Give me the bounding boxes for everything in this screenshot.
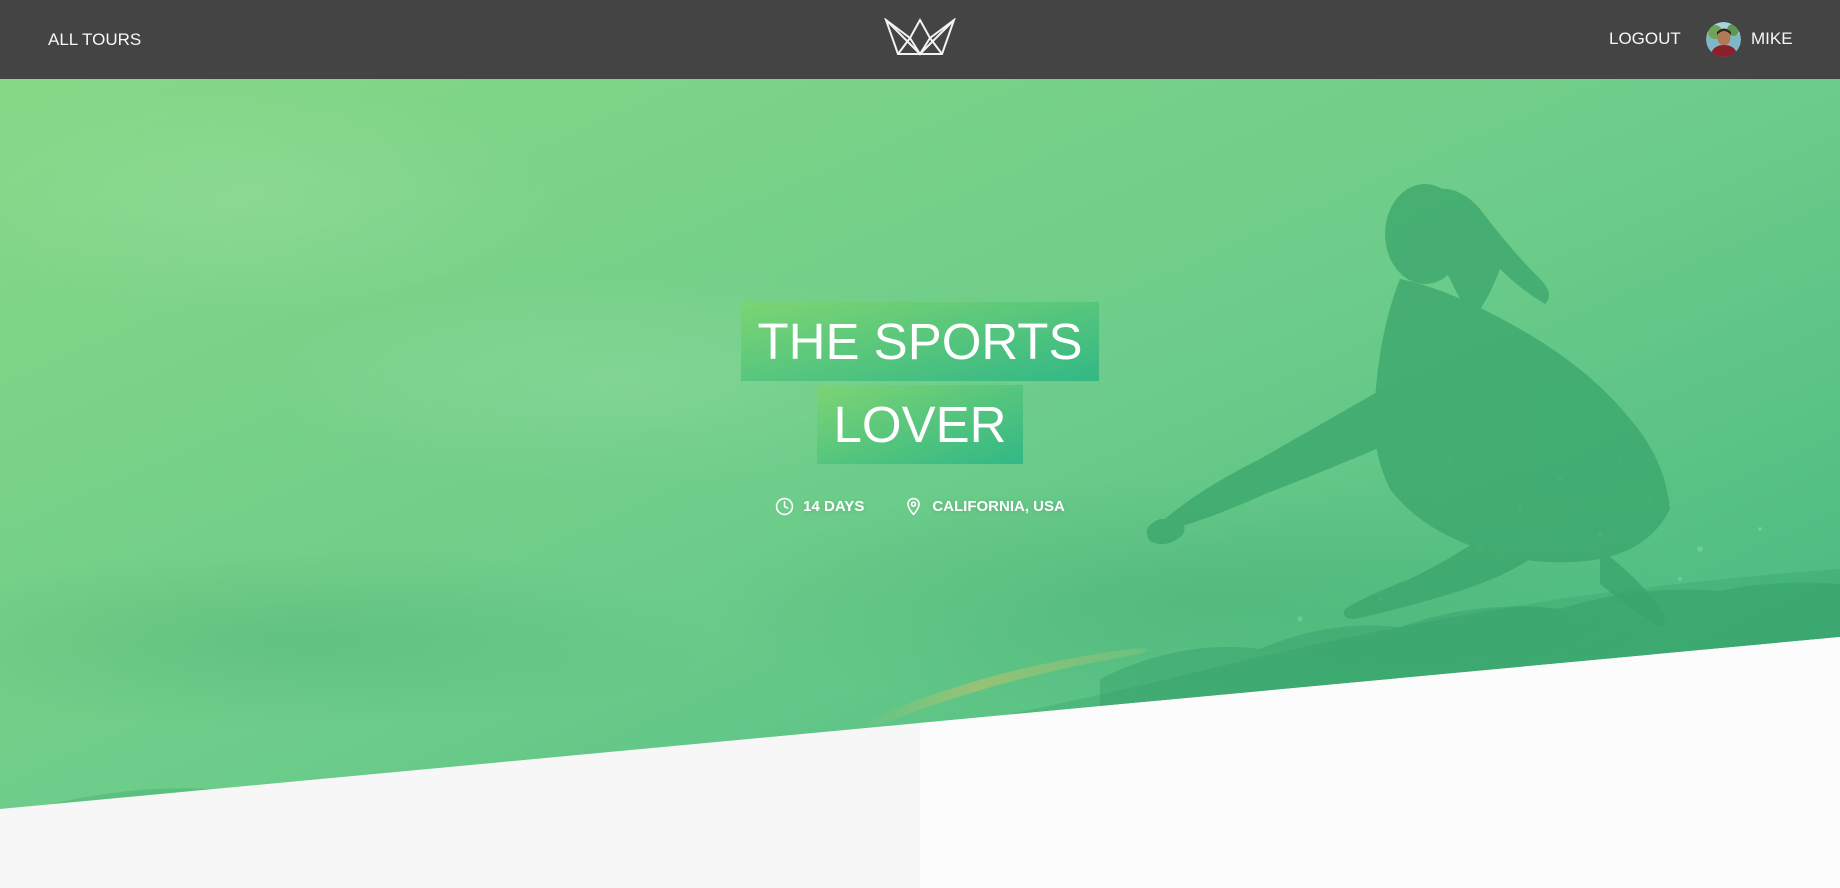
clock-icon bbox=[775, 497, 794, 516]
site-header: ALL TOURS LOGOUT MIKE bbox=[0, 0, 1840, 79]
map-pin-icon bbox=[907, 497, 921, 516]
tour-duration: 14 DAYS bbox=[775, 497, 864, 516]
tour-location-text: CALIFORNIA, USA bbox=[932, 498, 1065, 515]
user-avatar bbox=[1706, 21, 1741, 57]
tour-details: 14 DAYS CALIFORNIA, USA bbox=[0, 497, 1840, 516]
all-tours-link[interactable]: ALL TOURS bbox=[48, 0, 141, 79]
tour-location: CALIFORNIA, USA bbox=[904, 497, 1065, 516]
user-name: MIKE bbox=[1751, 29, 1793, 48]
tour-title-line-1: THE SPORTS bbox=[740, 302, 1100, 381]
user-menu[interactable]: MIKE bbox=[1706, 20, 1793, 58]
tour-title-line-2: LOVER bbox=[816, 385, 1024, 464]
crown-logo-icon[interactable] bbox=[884, 18, 956, 56]
hero-content: THE SPORTS LOVER 14 DAYS CALIFORNIA, USA bbox=[0, 302, 1840, 516]
logout-link[interactable]: LOGOUT bbox=[1609, 0, 1681, 78]
tour-title: THE SPORTS LOVER bbox=[0, 302, 1840, 464]
tour-page: ALL TOURS LOGOUT MIKE THE SPORTS LOVER 1… bbox=[0, 0, 1840, 888]
tour-hero: THE SPORTS LOVER 14 DAYS CALIFORNIA, USA bbox=[0, 79, 1840, 888]
tour-duration-text: 14 DAYS bbox=[803, 498, 865, 515]
